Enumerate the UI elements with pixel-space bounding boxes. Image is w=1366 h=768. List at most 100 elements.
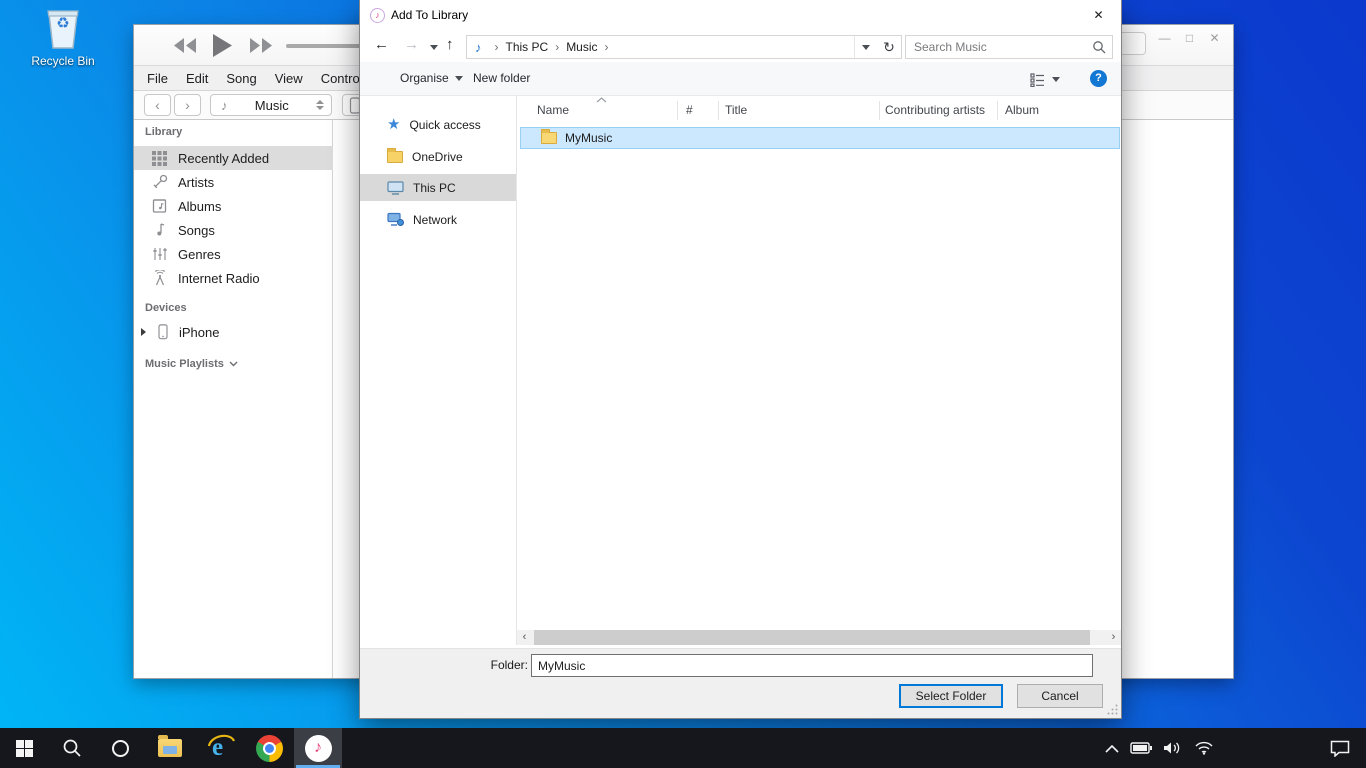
- recycle-bin[interactable]: ♻ Recycle Bin: [28, 6, 98, 68]
- start-button[interactable]: [0, 728, 48, 768]
- search-box: [905, 35, 1113, 59]
- cancel-button[interactable]: Cancel: [1017, 684, 1103, 708]
- battery-icon[interactable]: [1130, 742, 1152, 754]
- file-explorer-button[interactable]: [146, 728, 194, 768]
- play-button[interactable]: [210, 33, 234, 58]
- nav-pane-item-network[interactable]: Network: [360, 206, 516, 233]
- cortana-button[interactable]: [96, 728, 144, 768]
- scrollbar-thumb[interactable]: [534, 630, 1090, 645]
- menu-song[interactable]: Song: [217, 71, 265, 86]
- scroll-right-button[interactable]: ›: [1106, 630, 1121, 645]
- chrome-button[interactable]: [245, 728, 293, 768]
- recycle-bin-label: Recycle Bin: [28, 54, 98, 68]
- minimize-button[interactable]: —: [1152, 27, 1177, 49]
- forward-button[interactable]: →: [404, 36, 419, 53]
- folder-name-input[interactable]: [531, 654, 1093, 677]
- menu-edit[interactable]: Edit: [177, 71, 217, 86]
- fast-forward-button[interactable]: [248, 37, 274, 54]
- menu-view[interactable]: View: [266, 71, 312, 86]
- organise-button[interactable]: Organise: [400, 71, 463, 85]
- rewind-button[interactable]: [172, 37, 198, 54]
- media-selector[interactable]: ♪ Music: [210, 94, 332, 116]
- onedrive-icon: [387, 151, 403, 163]
- new-folder-button[interactable]: New folder: [473, 71, 530, 85]
- album-icon: [151, 198, 169, 214]
- microphone-icon: [151, 174, 169, 190]
- view-chevron-icon: [1052, 77, 1060, 82]
- breadcrumb-music[interactable]: Music: [566, 40, 597, 54]
- sidebar-item-albums[interactable]: Albums: [134, 194, 333, 218]
- show-hidden-icons-chevron-icon[interactable]: [1105, 744, 1119, 753]
- dialog-titlebar[interactable]: ♪ Add To Library ✕: [360, 0, 1121, 31]
- file-explorer-icon: [158, 739, 182, 757]
- folder-icon: [541, 132, 557, 144]
- column-header-name[interactable]: Name: [537, 103, 569, 117]
- horizontal-scrollbar[interactable]: ‹ ›: [517, 630, 1121, 645]
- sidebar-item-genres[interactable]: Genres: [134, 242, 333, 266]
- breadcrumb[interactable]: ♪ › This PC › Music ›: [466, 35, 878, 59]
- sidebar-item-artists[interactable]: Artists: [134, 170, 333, 194]
- change-view-button[interactable]: [1030, 71, 1066, 88]
- column-separator[interactable]: [879, 101, 880, 120]
- organise-chevron-icon: [455, 76, 463, 81]
- scroll-left-button[interactable]: ‹: [517, 630, 532, 645]
- search-icon[interactable]: [1092, 40, 1106, 54]
- volume-icon[interactable]: [1163, 741, 1183, 755]
- menu-file[interactable]: File: [138, 71, 177, 86]
- select-folder-button[interactable]: Select Folder: [899, 684, 1003, 708]
- column-header-contributing-artists[interactable]: Contributing artists: [885, 103, 985, 117]
- up-button[interactable]: ↑: [446, 36, 454, 53]
- itunes-forward-button[interactable]: ›: [174, 94, 201, 116]
- dialog-toolbar: Organise New folder ?: [360, 62, 1121, 96]
- dialog-title: Add To Library: [391, 8, 468, 22]
- column-header-title[interactable]: Title: [725, 103, 747, 117]
- nav-pane-item-this-pc[interactable]: This PC: [360, 174, 516, 201]
- taskbar-search-button[interactable]: [48, 728, 96, 768]
- dialog-close-button[interactable]: ✕: [1076, 0, 1121, 30]
- itunes-window-controls: — □ ✕: [1152, 27, 1227, 49]
- folder-label: Folder:: [478, 658, 528, 672]
- add-to-library-dialog: ♪ Add To Library ✕ ← → ↑ ♪ › This PC › M…: [360, 0, 1121, 718]
- recycle-bin-icon: ♻: [41, 6, 85, 52]
- column-header-album[interactable]: Album: [1005, 103, 1039, 117]
- iphone-device-icon: [156, 324, 170, 340]
- nav-pane-item-quick-access[interactable]: ★ Quick access: [360, 111, 516, 138]
- media-selector-label: Music: [228, 98, 317, 113]
- column-separator[interactable]: [718, 101, 719, 120]
- internet-explorer-button[interactable]: e: [197, 728, 245, 768]
- resize-grip[interactable]: [1107, 704, 1118, 715]
- recycle-symbol-icon: ♻: [41, 14, 85, 32]
- dialog-navbar: ← → ↑ ♪ › This PC › Music › ↻: [360, 31, 1121, 62]
- column-header-number[interactable]: #: [686, 103, 693, 117]
- address-dropdown-button[interactable]: [854, 36, 877, 58]
- close-button[interactable]: ✕: [1202, 27, 1227, 49]
- help-button[interactable]: ?: [1090, 70, 1107, 87]
- sidebar-item-recently-added[interactable]: Recently Added: [134, 146, 333, 170]
- sidebar-item-internet-radio[interactable]: Internet Radio: [134, 266, 333, 290]
- nav-pane-item-onedrive[interactable]: OneDrive: [360, 143, 516, 170]
- itunes-back-button[interactable]: ‹: [144, 94, 171, 116]
- sidebar-item-iphone[interactable]: iPhone: [134, 320, 333, 344]
- column-separator[interactable]: [997, 101, 998, 120]
- refresh-button[interactable]: ↻: [877, 35, 902, 59]
- system-tray: [1105, 728, 1214, 768]
- recent-locations-chevron-icon[interactable]: [430, 45, 438, 50]
- volume-slider[interactable]: [286, 44, 370, 48]
- devices-header: Devices: [145, 302, 187, 314]
- search-icon: [62, 738, 82, 758]
- column-separator[interactable]: [677, 101, 678, 120]
- expander-icon[interactable]: [141, 328, 146, 336]
- itunes-taskbar-button[interactable]: ♪: [294, 728, 342, 768]
- breadcrumb-separator: ›: [598, 40, 616, 54]
- search-input[interactable]: [906, 36, 1088, 58]
- back-button[interactable]: ←: [374, 36, 389, 53]
- sidebar-item-songs[interactable]: Songs: [134, 218, 333, 242]
- breadcrumb-this-pc[interactable]: This PC: [506, 40, 549, 54]
- grid-icon: [151, 150, 169, 166]
- music-playlists-header[interactable]: Music Playlists: [145, 358, 238, 370]
- action-center-button[interactable]: [1330, 728, 1350, 768]
- cortana-icon: [112, 740, 129, 757]
- wifi-icon[interactable]: [1194, 741, 1214, 755]
- maximize-button[interactable]: □: [1177, 27, 1202, 49]
- file-row-mymusic[interactable]: MyMusic: [520, 127, 1120, 149]
